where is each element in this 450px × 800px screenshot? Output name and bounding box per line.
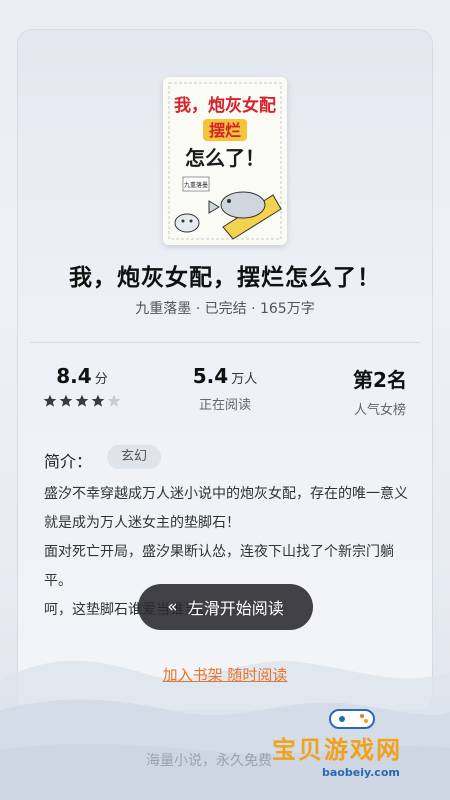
- star-icon: [75, 394, 89, 407]
- cover-illustration: 我，炮灰女配 摆烂 怎么了！ 九重落墨: [163, 77, 287, 245]
- divider: [30, 342, 420, 343]
- intro-paragraph: 盛汐不幸穿越成万人迷小说中的炮灰女配，存在的唯一意义就是成为万人迷女主的垫脚石！: [44, 486, 408, 531]
- watermark-text: 宝贝游戏网: [272, 736, 402, 764]
- star-icon: [43, 394, 57, 407]
- book-title: 我，炮灰女配，摆烂怎么了！: [69, 265, 381, 291]
- rank-label: 人气女榜: [353, 403, 406, 418]
- watermark-url: baobeiy.com: [322, 766, 400, 779]
- swipe-label: 左滑开始阅读: [187, 599, 284, 618]
- cover-title-line-3: 怎么了！: [185, 146, 265, 170]
- star-icon: [59, 394, 73, 407]
- genre-tag[interactable]: 玄幻: [107, 445, 162, 469]
- add-to-bookshelf-link[interactable]: 加入书架 随时阅读: [0, 664, 450, 685]
- rank-stat[interactable]: 第2名 人气女榜: [336, 364, 424, 418]
- rating-stat: 8.4 分: [38, 364, 126, 408]
- cover-author: 九重落墨: [184, 181, 208, 189]
- footer-slogan: 海量小说，永久免费: [146, 753, 272, 769]
- book-meta: 九重落墨 · 已完结 · 165万字: [135, 301, 315, 317]
- rating-unit: 分: [94, 372, 108, 387]
- cover-title-line-2: 摆烂: [209, 121, 241, 140]
- readers-value: 5.4: [192, 364, 229, 388]
- chevron-left-double-icon: «: [167, 597, 178, 617]
- book-cover[interactable]: 我，炮灰女配 摆烂 怎么了！ 九重落墨: [163, 77, 287, 245]
- intro-label: 简介：: [44, 452, 93, 471]
- star-icon: [91, 394, 105, 407]
- swipe-to-read-button[interactable]: « 左滑开始阅读: [138, 584, 313, 630]
- cover-title-line-1: 我，炮灰女配: [174, 95, 276, 116]
- rating-value: 8.4: [56, 364, 92, 388]
- readers-unit: 万人: [231, 372, 258, 387]
- rank-value: 第2名: [353, 368, 407, 392]
- readers-stat: 5.4 万人 正在阅读: [180, 364, 270, 413]
- gamepad-logo-icon: [329, 709, 375, 729]
- star-empty-icon: [107, 394, 121, 407]
- watermark: 宝贝游戏网 baobeiy.com: [272, 702, 447, 792]
- readers-label: 正在阅读: [198, 398, 251, 413]
- rating-stars: [38, 394, 126, 408]
